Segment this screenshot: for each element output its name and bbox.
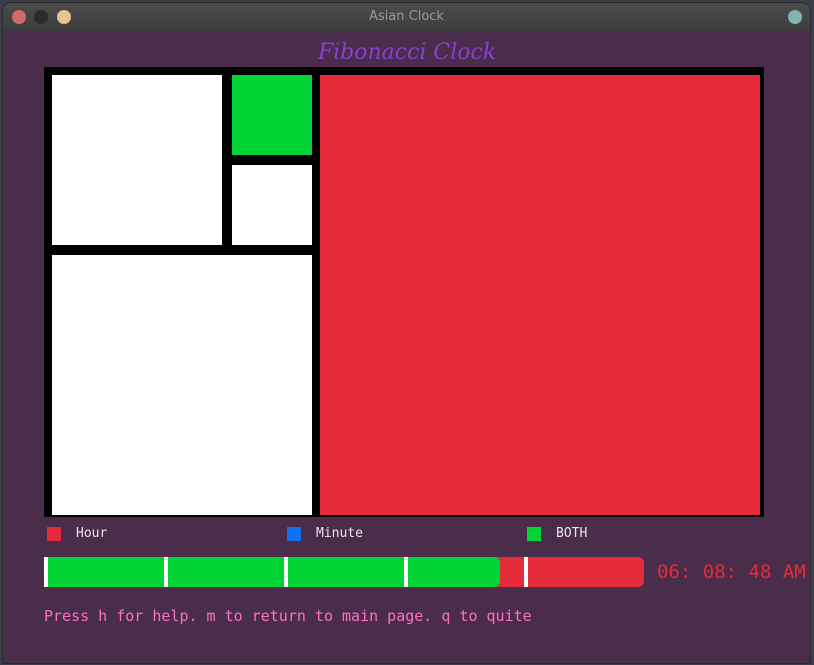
legend-swatch-both bbox=[527, 527, 541, 541]
progress-tick bbox=[164, 557, 168, 587]
square-1a bbox=[232, 75, 312, 155]
progress-tick bbox=[524, 557, 528, 587]
help-text: Press h for help. m to return to main pa… bbox=[44, 607, 532, 625]
legend-swatch-minute bbox=[287, 527, 301, 541]
window-menu-icon[interactable] bbox=[788, 10, 802, 24]
square-2 bbox=[52, 75, 222, 245]
square-3 bbox=[52, 255, 312, 515]
window-title: Asian Clock bbox=[369, 9, 444, 24]
progress-fill bbox=[44, 557, 500, 587]
title-bar[interactable]: Asian Clock bbox=[3, 3, 810, 31]
progress-tick bbox=[404, 557, 408, 587]
square-1b bbox=[232, 165, 312, 245]
legend-label-hour: Hour bbox=[76, 526, 108, 541]
progress-tick bbox=[284, 557, 288, 587]
seconds-progress-bar bbox=[44, 557, 644, 587]
legend-label-both: BOTH bbox=[556, 526, 588, 541]
legend-swatch-hour bbox=[47, 527, 61, 541]
legend-label-minute: Minute bbox=[316, 526, 363, 541]
square-5 bbox=[320, 75, 760, 515]
digital-time-readout: 06: 08: 48 AM bbox=[657, 561, 806, 583]
fibonacci-clock-face bbox=[44, 67, 764, 517]
progress-tick bbox=[44, 557, 48, 587]
page-title: Fibonacci Clock bbox=[317, 40, 497, 65]
